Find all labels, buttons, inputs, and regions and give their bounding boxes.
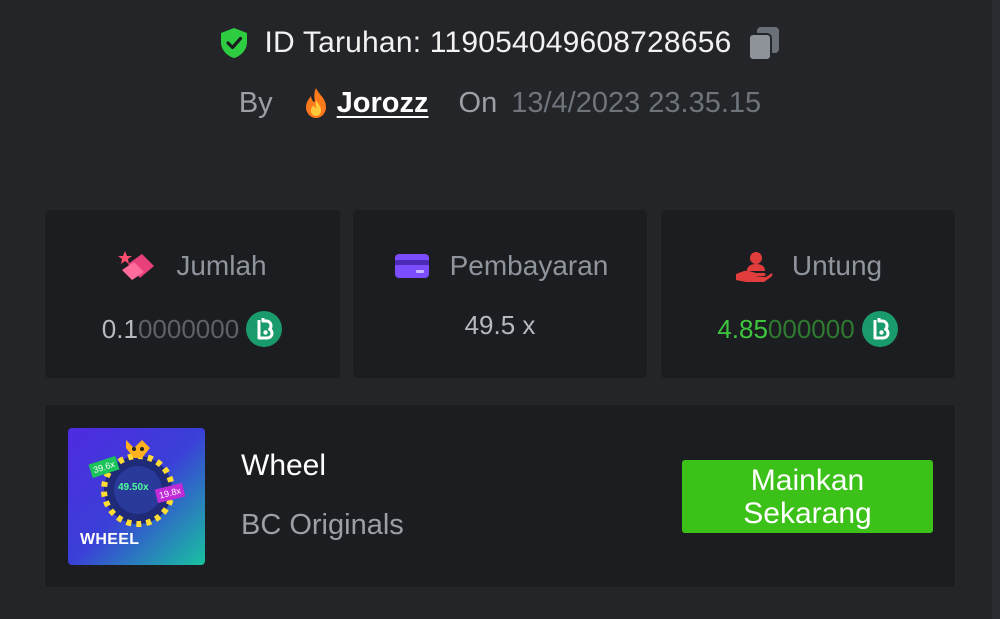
bc-coin-icon <box>861 310 899 348</box>
amount-value-trailing: 0000000 <box>137 313 240 344</box>
amount-header: Jumlah <box>45 248 340 284</box>
amount-card: Jumlah 0.10000000 <box>45 210 340 378</box>
bet-meta-row: By Jorozz On 13/4/2023 23.35.15 <box>0 86 1000 120</box>
thumb-label: WHEEL <box>80 531 140 548</box>
bet-id-row: ID Taruhan: 119054049608728656 <box>0 24 1000 62</box>
amount-value-main: 0.1 <box>101 313 138 344</box>
bet-date: 13/4/2023 23.35.15 <box>511 86 762 119</box>
coin-stack-icon <box>118 248 158 284</box>
by-label: By <box>238 86 273 119</box>
profit-value: 4.85000000 <box>661 310 955 348</box>
play-now-button[interactable]: Mainkan Sekarang <box>682 460 933 533</box>
fire-icon <box>299 86 333 120</box>
username: Jorozz <box>336 86 429 119</box>
payout-value-row: 49.5 x <box>353 310 647 341</box>
bet-id: ID Taruhan: 119054049608728656 <box>264 26 732 59</box>
profit-value-main: 4.85 <box>717 313 768 344</box>
payout-label: Pembayaran <box>449 250 609 281</box>
profit-value-trailing: 000000 <box>767 313 855 344</box>
game-provider: BC Originals <box>241 509 404 541</box>
profit-card: Untung 4.85000000 <box>661 210 955 378</box>
amount-label: Jumlah <box>176 250 267 281</box>
thumb-multiplier-2: 49.50x <box>118 482 149 493</box>
profit-header: Untung <box>661 248 955 284</box>
user-link[interactable]: Jorozz <box>299 86 429 120</box>
card-icon <box>392 248 432 284</box>
hand-user-icon <box>734 248 774 284</box>
bc-coin-icon <box>245 310 283 348</box>
game-card: 39.6x 49.50x 19.8x WHEEL Wheel BC Origin… <box>45 405 955 587</box>
on-label: On <box>458 86 498 119</box>
game-title[interactable]: Wheel <box>241 449 326 483</box>
amount-value: 0.10000000 <box>45 310 340 348</box>
profit-label: Untung <box>791 250 883 281</box>
verified-shield-icon <box>217 26 251 60</box>
game-thumbnail[interactable]: 39.6x 49.50x 19.8x WHEEL <box>68 428 205 565</box>
copy-icon[interactable] <box>745 24 783 62</box>
payout-header: Pembayaran <box>353 248 647 284</box>
payout-value: 49.5 x <box>464 310 536 340</box>
payout-card: Pembayaran 49.5 x <box>353 210 647 378</box>
